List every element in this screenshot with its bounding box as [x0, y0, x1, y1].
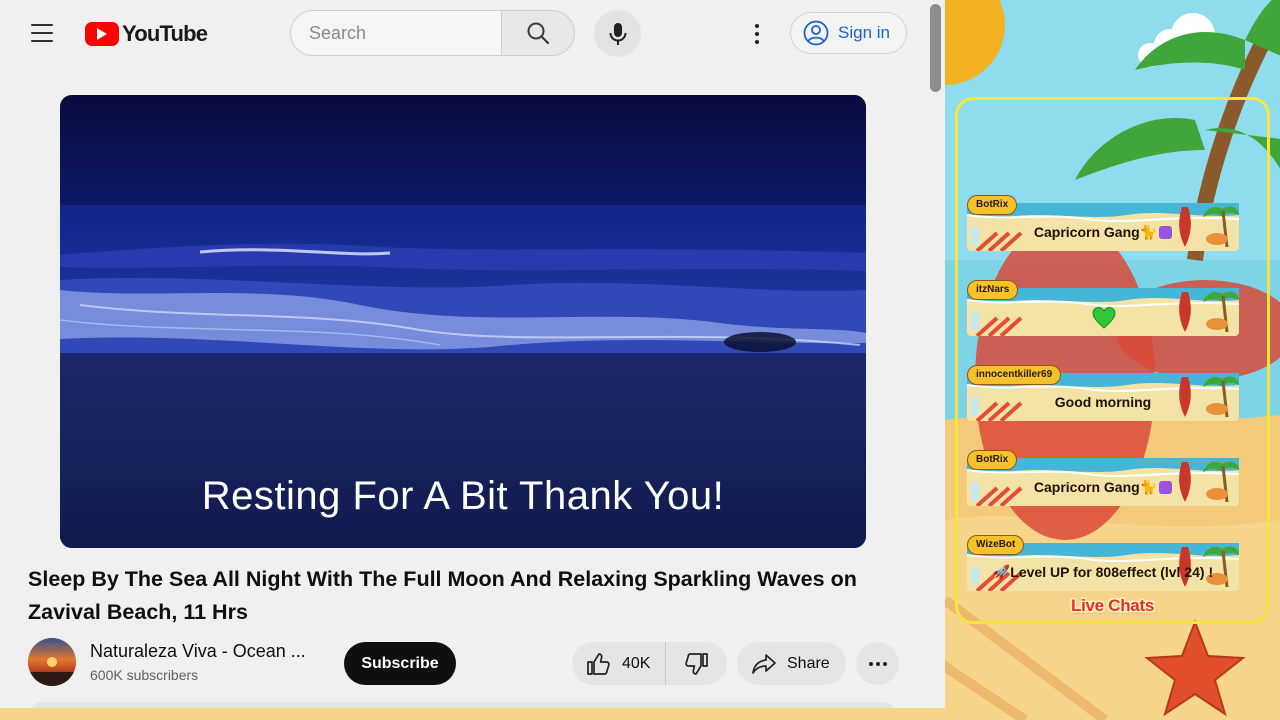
- video-overlay-text: Resting For A Bit Thank You!: [201, 474, 725, 518]
- more-dot: [882, 661, 887, 666]
- chat-message: WizeBot 🚀Level UP for 808effect (lvl 24)…: [967, 535, 1239, 597]
- subscribe-button[interactable]: Subscribe: [344, 642, 456, 685]
- share-button[interactable]: Share: [737, 642, 846, 685]
- chat-username: itzNars: [967, 280, 1019, 300]
- youtube-logo[interactable]: YouTube: [85, 21, 208, 47]
- share-arrow-icon: [752, 653, 776, 674]
- voice-search-button[interactable]: [594, 10, 641, 57]
- channel-avatar[interactable]: [28, 638, 76, 686]
- thumbs-up-icon: [587, 652, 610, 675]
- stream-chat-overlay: BotRix Capricorn Gang🐈 itzNars innocentk…: [945, 0, 1280, 720]
- more-dot: [868, 661, 873, 666]
- microphone-icon: [609, 22, 626, 45]
- bottom-overlay-strip: [0, 708, 945, 720]
- like-count: 40K: [622, 654, 651, 672]
- like-button[interactable]: 40K: [572, 642, 666, 685]
- chat-username: WizeBot: [967, 535, 1025, 555]
- chat-message: itzNars: [967, 280, 1239, 342]
- green-heart-icon: [1092, 306, 1116, 329]
- chat-message: BotRix Capricorn Gang🐈: [967, 195, 1239, 257]
- sign-in-label: Sign in: [838, 23, 890, 42]
- chat-message-text: 🚀Level UP for 808effect (lvl 24) !: [992, 564, 1214, 580]
- menu-icon[interactable]: [31, 24, 53, 42]
- chat-username: innocentkiller69: [967, 365, 1062, 385]
- rocket-emote-icon: 🚀: [992, 564, 1011, 580]
- thumbs-down-icon: [684, 652, 708, 675]
- search-bar: [290, 10, 575, 56]
- chat-message: innocentkiller69 Good morning: [967, 365, 1239, 427]
- chat-username: BotRix: [967, 450, 1018, 470]
- chat-message: BotRix Capricorn Gang🐈: [967, 450, 1239, 512]
- more-actions-button[interactable]: [856, 642, 899, 685]
- settings-more-icon[interactable]: [748, 22, 766, 46]
- video-title: Sleep By The Sea All Night With The Full…: [28, 567, 857, 624]
- chat-username: BotRix: [967, 195, 1018, 215]
- live-chats-label: Live Chats: [1071, 596, 1154, 615]
- like-dislike-group: 40K: [572, 642, 727, 685]
- search-input[interactable]: [290, 10, 501, 56]
- capricorn-emote-icon: [1159, 226, 1173, 239]
- page-scrollbar[interactable]: [930, 4, 941, 92]
- youtube-play-icon: [85, 22, 119, 46]
- channel-name[interactable]: Naturaleza Viva - Ocean ...: [90, 641, 306, 662]
- chat-message-text: Capricorn Gang🐈: [967, 224, 1239, 241]
- share-label: Share: [787, 654, 830, 672]
- video-player[interactable]: Resting For A Bit Thank You!: [60, 95, 866, 548]
- chat-message-text: Capricorn Gang🐈: [967, 479, 1239, 496]
- youtube-page: YouTube Sign in: [0, 0, 945, 720]
- account-icon: [803, 20, 829, 46]
- sign-in-button[interactable]: Sign in: [790, 12, 907, 54]
- more-dot: [875, 661, 880, 666]
- capricorn-emote-icon: [1159, 481, 1173, 494]
- search-icon: [527, 22, 550, 45]
- subscriber-count: 600K subscribers: [90, 667, 199, 683]
- chat-message-text: Good morning: [1054, 394, 1152, 410]
- search-button[interactable]: [501, 10, 575, 56]
- youtube-wordmark: YouTube: [122, 21, 208, 46]
- dislike-button[interactable]: [666, 642, 727, 685]
